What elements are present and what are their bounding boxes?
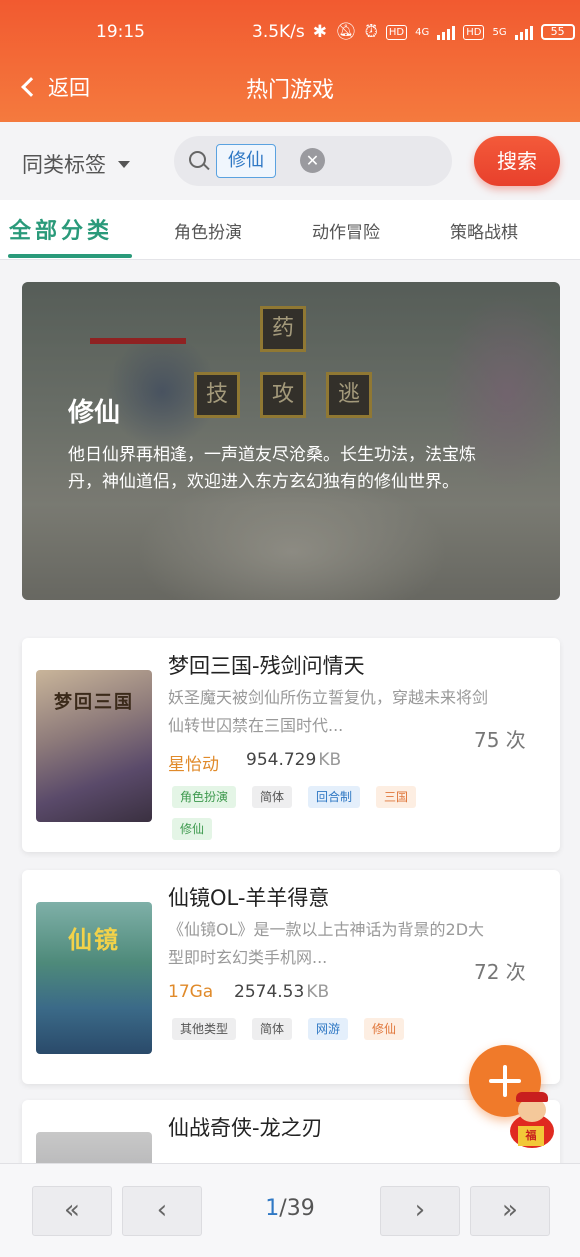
game-cover: 梦回三国 [36,670,152,822]
signal-icon-2 [514,24,533,40]
game-developer: 17Ga [168,982,214,1002]
mascot-pot: 福 [518,1126,544,1146]
size-unit: KB [318,750,342,770]
pagination-bar: « ‹ 1/39 › » [0,1163,580,1257]
game-description: 《仙镜OL》是一款以上古神话为背景的2D大型即时玄幻类手机网... [168,920,485,967]
network-speed: 3.5K/s [252,22,305,42]
download-count: 72 次 [474,960,526,984]
tag-item[interactable]: 修仙 [172,818,213,840]
bluetooth-icon: ✱ [312,22,328,42]
clear-icon[interactable]: ✕ [300,148,325,173]
search-button[interactable]: 搜索 [474,136,560,186]
tag-type-dropdown[interactable]: 同类标签 [22,149,130,179]
tag-type-label: 同类标签 [22,153,106,177]
category-tabs: 全部分类 角色扮演 动作冒险 策略战棋 [0,200,580,260]
caret-down-icon [118,160,130,168]
size-value: 954.729 [246,750,317,770]
game-title: 仙战奇侠-龙之刃 [168,1116,323,1140]
battery-icon: 55 [540,24,575,40]
network-4g-label: 4G [415,26,430,38]
network-5g-label: 5G [492,26,507,38]
game-developer: 星怡动 [168,755,219,775]
app-header: 19:15 3.5K/s ✱ 🔕︎ ⏰︎ HD 4G HD 5G 55 返回 热… [0,0,580,122]
topic-banner[interactable]: 药 技 攻 逃 修仙 他日仙界再相逢，一声道友尽沧桑。长生功法，法宝炼丹，神仙道… [22,282,560,600]
game-cover: 仙镜 [36,902,152,1054]
tag-list: 其他类型 简体 网游 修仙 [172,1018,462,1040]
hd-icon: HD [385,24,408,40]
first-page-button[interactable]: « [32,1186,112,1236]
nav-bar: 返回 热门游戏 [0,64,580,110]
prev-page-button[interactable]: ‹ [122,1186,202,1236]
tag-item[interactable]: 网游 [308,1018,349,1040]
tag-item[interactable]: 简体 [252,1018,293,1040]
status-icons: 3.5K/s ✱ 🔕︎ ⏰︎ HD 4G HD 5G 55 [252,22,575,42]
status-time: 19:15 [96,22,145,42]
game-title: 梦回三国-残剑问情天 [168,654,365,678]
cover-caption: 梦回三国 [54,692,134,713]
page-indicator: 1/39 [232,1196,348,1221]
last-page-button[interactable]: » [470,1186,550,1236]
game-description: 妖圣魔天被剑仙所伤立誓复仇，穿越未来将剑仙转世囚禁在三国时代... [168,688,489,735]
tab-all[interactable]: 全部分类 [9,213,113,245]
signal-icon [437,24,456,40]
game-card[interactable]: 仙镜 仙镜OL-羊羊得意 《仙镜OL》是一款以上古神话为背景的2D大型即时玄幻类… [22,870,560,1084]
next-page-button[interactable]: › [380,1186,460,1236]
tag-item[interactable]: 其他类型 [172,1018,237,1040]
mascot-hat [516,1092,548,1102]
banner-description: 他日仙界再相逢，一声道友尽沧桑。长生功法，法宝炼丹，神仙道侣，欢迎进入东方玄幻独… [68,445,476,492]
selected-tag-chip[interactable]: 修仙 [216,144,276,178]
total-pages: /39 [279,1196,315,1221]
size-value: 2574.53 [234,982,305,1002]
tab-indicator [8,254,132,258]
banner-overlay [22,282,560,600]
status-bar: 19:15 3.5K/s ✱ 🔕︎ ⏰︎ HD 4G HD 5G 55 [0,18,580,46]
search-icon [189,151,206,168]
banner-title: 修仙 [68,398,121,428]
search-input[interactable]: 修仙 ✕ [174,136,452,186]
tab-strategy[interactable]: 策略战棋 [450,218,518,243]
tag-item[interactable]: 回合制 [308,786,361,808]
tag-item[interactable]: 角色扮演 [172,786,237,808]
tag-item[interactable]: 三国 [376,786,417,808]
filter-row: 同类标签 修仙 ✕ 搜索 [0,122,580,200]
tab-role-playing[interactable]: 角色扮演 [174,218,242,243]
cover-caption: 仙镜 [68,926,120,954]
download-count: 75 次 [474,728,526,752]
tab-action-adventure[interactable]: 动作冒险 [312,218,380,243]
game-card[interactable]: 梦回三国 梦回三国-残剑问情天 妖圣魔天被剑仙所伤立誓复仇，穿越未来将剑仙转世囚… [22,638,560,852]
game-size: 954.729 KB [246,750,341,770]
tag-item[interactable]: 简体 [252,786,293,808]
alarm-icon: ⏰︎ [364,22,378,42]
hd-icon-2: HD [463,24,485,40]
game-size: 2574.53 KB [234,982,329,1002]
size-unit: KB [306,982,330,1002]
current-page: 1 [265,1196,280,1221]
tag-item[interactable]: 修仙 [364,1018,405,1040]
mascot-icon[interactable]: 福 [500,1092,562,1152]
tag-list: 角色扮演 简体 回合制 三国 修仙 [172,786,462,840]
game-title: 仙镜OL-羊羊得意 [168,886,330,910]
page-title: 热门游戏 [245,78,334,103]
mute-icon: 🔕︎ [335,22,357,42]
